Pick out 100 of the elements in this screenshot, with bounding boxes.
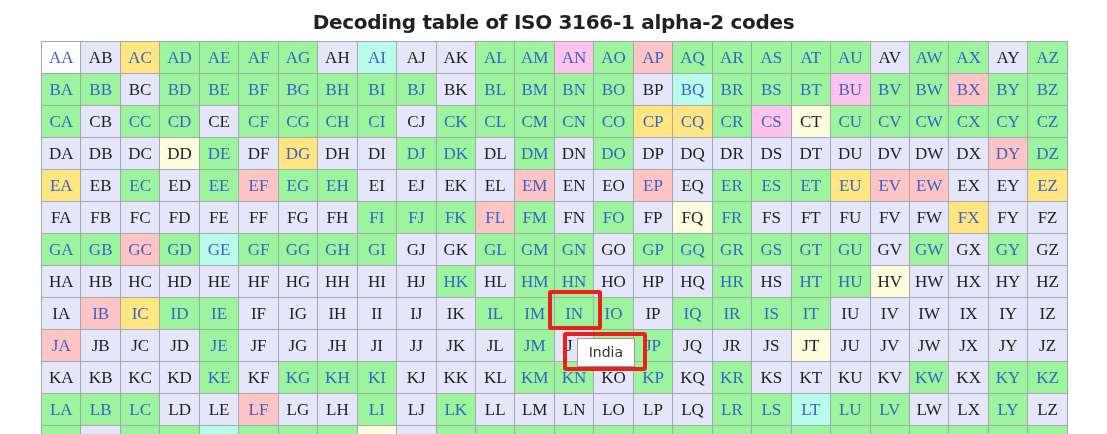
table-cell[interactable]: IS xyxy=(752,298,792,330)
table-cell[interactable]: AQ xyxy=(673,42,713,74)
table-cell[interactable]: DZ xyxy=(1028,138,1068,170)
table-cell[interactable]: IQ xyxy=(673,298,713,330)
table-cell[interactable]: AU xyxy=(831,42,871,74)
table-cell[interactable]: AT xyxy=(791,42,832,74)
table-cell[interactable]: CH xyxy=(318,106,358,138)
table-cell[interactable]: BW xyxy=(909,74,950,106)
table-cell[interactable]: FJ xyxy=(397,202,437,234)
table-cell[interactable]: AP xyxy=(633,42,674,74)
table-cell[interactable]: GF xyxy=(239,234,279,266)
table-cell[interactable]: CD xyxy=(160,106,200,138)
table-cell[interactable]: LR xyxy=(712,394,753,426)
table-cell[interactable]: LK xyxy=(436,394,476,426)
table-cell[interactable]: CO xyxy=(594,106,634,138)
table-cell[interactable]: BA xyxy=(42,74,82,106)
table-cell[interactable]: GR xyxy=(712,234,753,266)
table-cell[interactable]: LS xyxy=(752,394,792,426)
table-cell[interactable]: CI xyxy=(357,106,398,138)
table-cell[interactable]: AC xyxy=(120,42,161,74)
table-cell[interactable]: DE xyxy=(199,138,240,170)
table-cell[interactable]: CY xyxy=(988,106,1029,138)
table-cell[interactable]: JA xyxy=(42,330,82,362)
table-cell[interactable]: CX xyxy=(949,106,989,138)
table-cell[interactable]: KP xyxy=(633,362,674,394)
table-cell[interactable]: KY xyxy=(988,362,1029,394)
table-cell[interactable]: BY xyxy=(988,74,1029,106)
table-cell[interactable]: GQ xyxy=(673,234,713,266)
table-cell[interactable]: FX xyxy=(949,202,989,234)
table-cell[interactable]: ES xyxy=(752,170,792,202)
table-cell[interactable]: BV xyxy=(870,74,910,106)
table-cell[interactable]: LV xyxy=(870,394,910,426)
table-cell[interactable]: CZ xyxy=(1028,106,1068,138)
table-cell[interactable]: LT xyxy=(791,394,832,426)
table-cell[interactable]: GG xyxy=(278,234,319,266)
table-cell[interactable]: AL xyxy=(476,42,516,74)
table-cell[interactable]: DO xyxy=(594,138,634,170)
table-cell[interactable]: CQ xyxy=(673,106,713,138)
table-cell[interactable]: EP xyxy=(633,170,674,202)
table-cell[interactable]: IR xyxy=(712,298,753,330)
table-cell[interactable]: AR xyxy=(712,42,753,74)
table-cell[interactable]: EC xyxy=(120,170,161,202)
table-cell[interactable]: HU xyxy=(831,266,871,298)
table-cell[interactable]: GU xyxy=(831,234,871,266)
table-cell[interactable]: JE xyxy=(199,330,240,362)
table-cell[interactable]: BR xyxy=(712,74,753,106)
table-cell[interactable]: HK xyxy=(436,266,476,298)
table-cell[interactable]: CS xyxy=(752,106,792,138)
table-cell[interactable]: KZ xyxy=(1028,362,1068,394)
table-cell[interactable]: BM xyxy=(515,74,555,106)
table-cell[interactable]: AN xyxy=(554,42,595,74)
table-cell[interactable]: KM xyxy=(515,362,555,394)
table-cell[interactable]: IL xyxy=(476,298,516,330)
table-cell[interactable]: HT xyxy=(791,266,832,298)
table-cell[interactable]: KI xyxy=(357,362,398,394)
table-cell[interactable]: IB xyxy=(81,298,121,330)
table-cell[interactable]: HR xyxy=(712,266,753,298)
table-cell[interactable]: AX xyxy=(949,42,989,74)
table-cell[interactable]: GP xyxy=(633,234,674,266)
table-cell[interactable]: LI xyxy=(357,394,398,426)
table-cell[interactable]: AZ xyxy=(1028,42,1068,74)
table-cell[interactable]: GN xyxy=(554,234,595,266)
table-cell[interactable]: CU xyxy=(831,106,871,138)
table-cell[interactable]: GI xyxy=(357,234,398,266)
table-cell[interactable]: BN xyxy=(554,74,595,106)
table-cell[interactable]: KH xyxy=(318,362,358,394)
table-cell[interactable]: CV xyxy=(870,106,910,138)
table-cell[interactable]: EG xyxy=(278,170,319,202)
table-cell[interactable]: DM xyxy=(515,138,555,170)
table-cell[interactable]: CA xyxy=(42,106,82,138)
table-cell[interactable]: BS xyxy=(752,74,792,106)
table-cell[interactable]: DY xyxy=(988,138,1029,170)
table-cell[interactable]: BH xyxy=(318,74,358,106)
table-cell[interactable]: EW xyxy=(909,170,950,202)
table-cell[interactable]: CM xyxy=(515,106,555,138)
table-cell[interactable]: AE xyxy=(199,42,240,74)
table-cell[interactable]: BZ xyxy=(1028,74,1068,106)
table-cell[interactable]: GL xyxy=(476,234,516,266)
table-cell[interactable]: AW xyxy=(909,42,950,74)
table-cell[interactable]: FK xyxy=(436,202,476,234)
table-cell[interactable]: IE xyxy=(199,298,240,330)
table-cell[interactable]: KR xyxy=(712,362,753,394)
table-cell[interactable]: GA xyxy=(42,234,82,266)
table-cell[interactable]: FM xyxy=(515,202,555,234)
table-cell[interactable]: GS xyxy=(752,234,792,266)
table-cell[interactable]: CN xyxy=(554,106,595,138)
table-cell[interactable]: LA xyxy=(42,394,82,426)
table-cell[interactable]: GT xyxy=(791,234,832,266)
table-cell[interactable]: BO xyxy=(594,74,634,106)
table-cell[interactable]: BQ xyxy=(673,74,713,106)
table-cell[interactable]: CP xyxy=(633,106,674,138)
table-cell[interactable]: KG xyxy=(278,362,319,394)
table-cell[interactable]: DG xyxy=(278,138,319,170)
table-cell[interactable]: BI xyxy=(357,74,398,106)
table-cell[interactable]: BB xyxy=(81,74,121,106)
table-cell[interactable]: GH xyxy=(318,234,358,266)
table-cell[interactable]: AS xyxy=(752,42,792,74)
table-cell[interactable]: EM xyxy=(515,170,555,202)
table-cell[interactable]: BF xyxy=(239,74,279,106)
table-cell[interactable]: GE xyxy=(199,234,240,266)
